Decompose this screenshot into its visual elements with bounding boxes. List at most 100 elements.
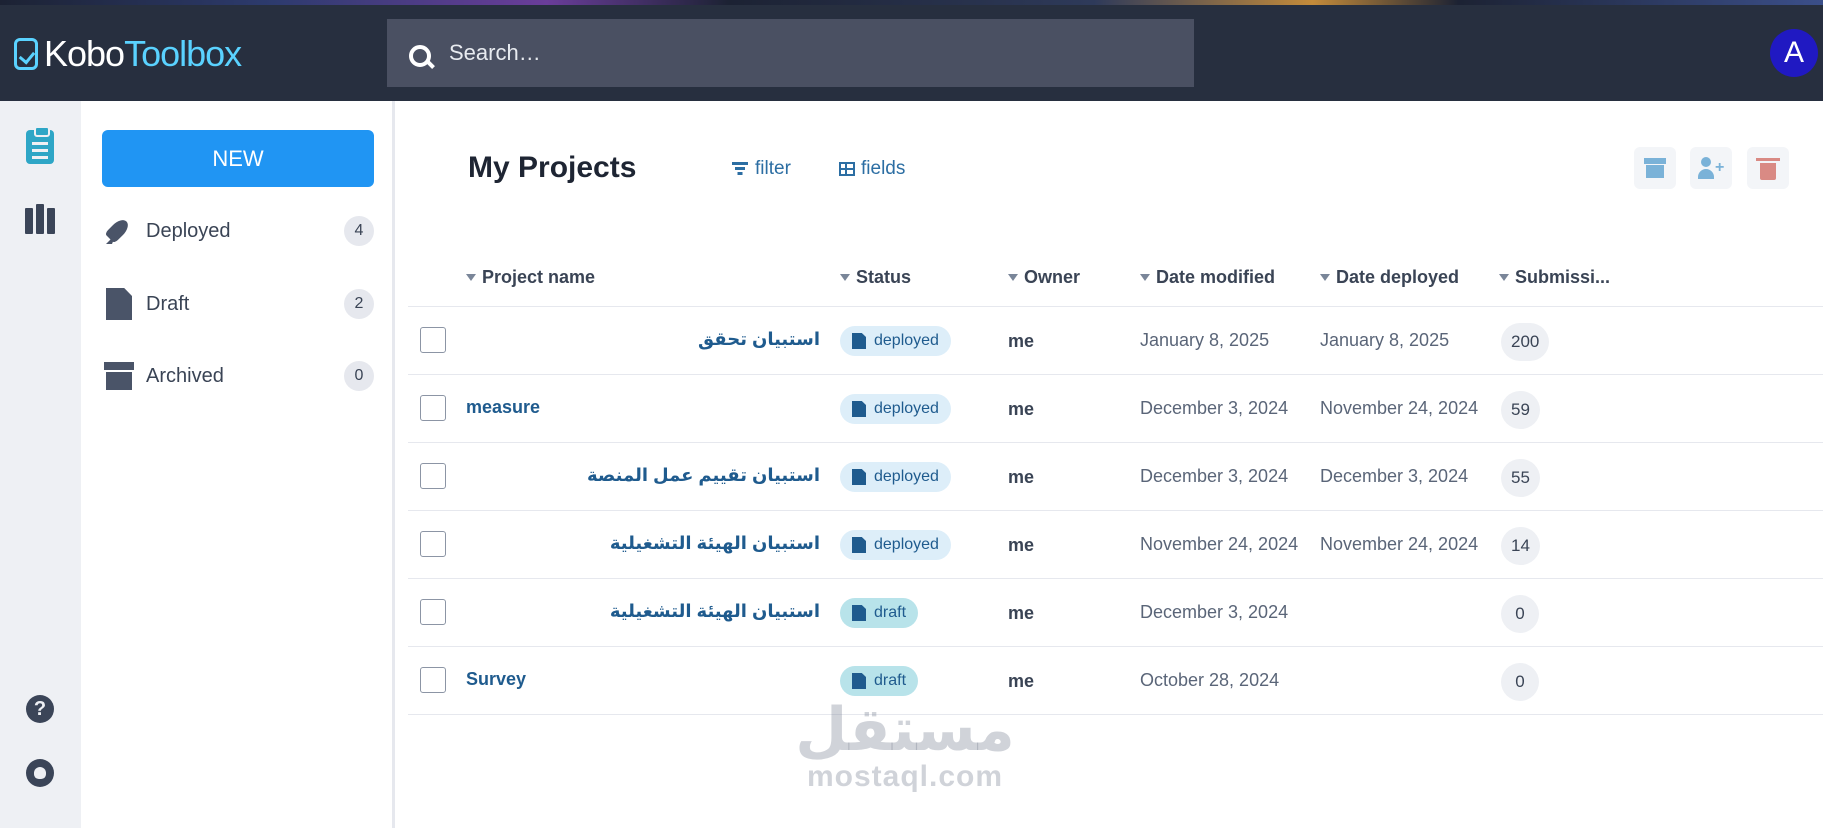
table-icon	[839, 162, 855, 176]
draft-icon	[852, 605, 866, 621]
date-modified-cell: December 3, 2024	[1140, 398, 1289, 418]
project-name-link[interactable]: استبيان الهيئة التشغيلية	[466, 601, 820, 622]
sort-caret-icon	[1499, 274, 1509, 281]
column-header-project-name[interactable]: Project name	[466, 267, 595, 288]
logo-check-icon	[14, 38, 38, 70]
deployed-icon	[852, 537, 866, 553]
deployed-icon	[852, 469, 866, 485]
sidebar-item-label: Deployed	[146, 219, 231, 242]
owner-cell: me	[1008, 399, 1035, 419]
table-row[interactable]: استبيان الهيئة التشغيلية deployed me Nov…	[408, 511, 1823, 579]
date-modified-cell: December 3, 2024	[1140, 602, 1289, 622]
filter-icon	[731, 162, 749, 176]
sort-caret-icon	[1008, 274, 1018, 281]
browser-strip	[0, 0, 1823, 5]
date-deployed-cell: November 24, 2024	[1320, 534, 1479, 554]
logo-text-toolbox: Toolbox	[124, 33, 242, 74]
forms-icon	[26, 126, 54, 164]
sidebar-item-label: Archived	[146, 364, 224, 387]
owner-cell: me	[1008, 331, 1035, 351]
kobotoolbox-logo[interactable]: KoboToolbox	[14, 33, 242, 74]
account-avatar[interactable]: A	[1770, 29, 1818, 77]
sort-caret-icon	[466, 274, 476, 281]
project-name-link[interactable]: Survey	[466, 669, 526, 690]
row-checkbox[interactable]	[420, 463, 446, 489]
submissions-count: 55	[1501, 459, 1540, 497]
rail-help-button[interactable]: ?	[22, 691, 58, 727]
archive-button[interactable]	[1634, 147, 1676, 189]
new-project-button[interactable]: NEW	[102, 130, 374, 187]
sidebar-item-deployed[interactable]: Deployed 4	[102, 209, 374, 253]
table-row[interactable]: measure deployed me December 3, 2024 Nov…	[408, 375, 1823, 443]
owner-cell: me	[1008, 467, 1035, 487]
sidebar-item-count: 0	[344, 361, 374, 391]
owner-cell: me	[1008, 603, 1035, 623]
rail-projects-button[interactable]	[22, 126, 58, 165]
page-title: My Projects	[468, 151, 637, 184]
status-badge: draft	[840, 666, 919, 696]
submissions-count: 0	[1501, 663, 1539, 701]
table-header: Project name Status Owner Date modified …	[408, 255, 1823, 307]
draft-icon	[852, 673, 866, 689]
filter-button[interactable]: filter	[731, 158, 791, 180]
share-user-icon: +	[1698, 157, 1724, 179]
project-name-link[interactable]: measure	[466, 397, 540, 418]
submissions-count: 14	[1501, 527, 1540, 565]
status-badge: deployed	[840, 326, 951, 356]
deployed-icon	[852, 401, 866, 417]
status-badge: deployed	[840, 530, 951, 560]
table-row[interactable]: استبيان تحقق deployed me January 8, 2025…	[408, 307, 1823, 375]
archive-icon	[104, 362, 134, 390]
rail-github-button[interactable]	[22, 755, 58, 791]
delete-button[interactable]	[1747, 147, 1789, 189]
deployed-icon	[852, 333, 866, 349]
column-header-date-modified[interactable]: Date modified	[1140, 267, 1275, 288]
sidebar-item-archived[interactable]: Archived 0	[102, 354, 374, 398]
status-badge: draft	[840, 598, 919, 628]
sort-caret-icon	[1140, 274, 1150, 281]
column-header-owner[interactable]: Owner	[1008, 267, 1080, 288]
row-checkbox[interactable]	[420, 327, 446, 353]
search-icon	[409, 45, 435, 71]
fields-button[interactable]: fields	[839, 158, 905, 180]
row-checkbox[interactable]	[420, 599, 446, 625]
submissions-count: 59	[1501, 391, 1540, 429]
table-row[interactable]: استبيان الهيئة التشغيلية draft me Decemb…	[408, 579, 1823, 647]
projects-sidebar: NEW Deployed 4 Draft 2 Archived 0	[81, 101, 395, 828]
share-button[interactable]: +	[1690, 147, 1732, 189]
date-modified-cell: December 3, 2024	[1140, 466, 1289, 486]
github-icon	[26, 759, 54, 787]
projects-table: Project name Status Owner Date modified …	[408, 255, 1823, 715]
sidebar-item-label: Draft	[146, 292, 190, 315]
submissions-count: 200	[1501, 323, 1550, 361]
date-modified-cell: January 8, 2025	[1140, 330, 1270, 350]
filter-label: filter	[755, 158, 791, 179]
date-deployed-cell: December 3, 2024	[1320, 466, 1469, 486]
top-bar: KoboToolbox A	[0, 0, 1823, 101]
table-row[interactable]: استبيان تقييم عمل المنصة deployed me Dec…	[408, 443, 1823, 511]
left-rail: ?	[0, 101, 81, 828]
table-row[interactable]: Survey draft me October 28, 2024 0	[408, 647, 1823, 715]
row-checkbox[interactable]	[420, 667, 446, 693]
search-input[interactable]	[449, 40, 1149, 66]
sort-caret-icon	[840, 274, 850, 281]
search-bar[interactable]	[387, 19, 1194, 87]
project-name-link[interactable]: استبيان الهيئة التشغيلية	[466, 533, 820, 554]
project-name-link[interactable]: استبيان تقييم عمل المنصة	[466, 465, 820, 486]
row-checkbox[interactable]	[420, 395, 446, 421]
status-badge: deployed	[840, 462, 951, 492]
logo-text-kobo: Kobo	[44, 33, 125, 74]
rocket-icon	[104, 216, 134, 246]
column-header-date-deployed[interactable]: Date deployed	[1320, 267, 1459, 288]
sidebar-item-draft[interactable]: Draft 2	[102, 282, 374, 326]
main-content: My Projects filter fields + Project name…	[398, 101, 1823, 828]
column-header-submissions[interactable]: Submissi...	[1499, 267, 1610, 288]
status-badge: deployed	[840, 394, 951, 424]
library-icon	[25, 204, 55, 234]
sort-caret-icon	[1320, 274, 1330, 281]
rail-library-button[interactable]	[22, 201, 58, 237]
row-checkbox[interactable]	[420, 531, 446, 557]
project-name-link[interactable]: استبيان تحقق	[466, 329, 820, 350]
date-deployed-cell: November 24, 2024	[1320, 398, 1479, 418]
column-header-status[interactable]: Status	[840, 267, 911, 288]
